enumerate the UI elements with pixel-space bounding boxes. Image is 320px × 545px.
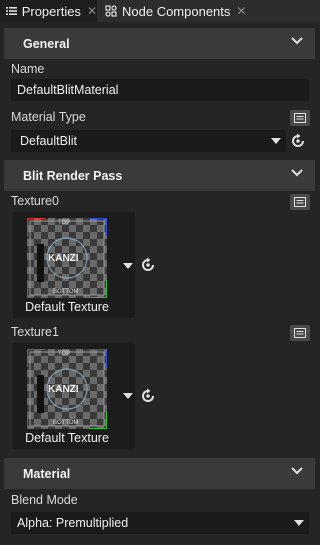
chevron-down-icon — [271, 138, 281, 144]
reset-icon[interactable] — [140, 257, 156, 273]
section-blit-header[interactable]: Blit Render Pass — [4, 160, 315, 191]
tab-node-components[interactable]: Node Components ✕ — [99, 0, 249, 22]
texture-preview: TOP BOTTOM KANZI — [27, 218, 107, 298]
material-type-label: Material Type — [11, 110, 86, 124]
list-icon — [294, 113, 306, 123]
browse-button[interactable] — [290, 325, 310, 341]
name-label: Name — [11, 62, 45, 76]
preview-top: TOP — [58, 220, 71, 226]
preview-top: TOP — [58, 351, 71, 357]
section-title: General — [23, 36, 70, 51]
section-title: Material — [23, 466, 71, 481]
blend-mode-label: Blend Mode — [11, 493, 78, 507]
texture0-tile[interactable]: TOP BOTTOM KANZI Default Texture — [13, 212, 135, 318]
texture1-caption: Default Texture — [25, 431, 109, 445]
texture1-label: Texture1 — [11, 325, 59, 339]
chevron-down-icon — [294, 520, 304, 526]
texture0-label: Texture0 — [11, 194, 59, 208]
blend-mode-dropdown[interactable]: Alpha: Premultiplied — [11, 512, 309, 534]
tab-label: Node Components — [122, 3, 231, 19]
section-title: Blit Render Pass — [23, 168, 123, 183]
close-icon[interactable]: ✕ — [236, 4, 246, 18]
tab-label: Properties — [21, 3, 81, 19]
list-icon — [4, 0, 19, 22]
chevron-down-icon[interactable] — [123, 393, 133, 399]
reset-icon[interactable] — [140, 388, 156, 404]
texture1-tile[interactable]: TOP BOTTOM KANZI Default Texture — [13, 343, 135, 449]
browse-button[interactable] — [290, 110, 310, 126]
preview-logo: KANZI — [48, 384, 79, 395]
chevron-down-icon[interactable] — [123, 263, 133, 269]
material-type-value: DefaultBlit — [20, 134, 77, 148]
name-field[interactable]: DefaultBlitMaterial — [11, 79, 309, 101]
section-material-header[interactable]: Material — [4, 458, 315, 489]
chevron-down-icon[interactable] — [291, 467, 303, 475]
tab-bar: Properties ✕ Node Components ✕ — [0, 0, 320, 22]
material-type-dropdown[interactable]: DefaultBlit — [11, 130, 286, 152]
list-icon — [294, 328, 306, 338]
chevron-down-icon[interactable] — [291, 169, 303, 177]
preview-logo: KANZI — [48, 253, 79, 264]
tab-properties[interactable]: Properties ✕ — [0, 0, 97, 22]
preview-bottom: BOTTOM — [53, 420, 79, 426]
preview-bottom: BOTTOM — [53, 289, 79, 295]
texture0-caption: Default Texture — [25, 300, 109, 314]
browse-button[interactable] — [290, 194, 310, 210]
blend-mode-value: Alpha: Premultiplied — [17, 516, 129, 530]
components-icon — [103, 0, 119, 22]
list-icon — [294, 197, 306, 207]
close-icon[interactable]: ✕ — [87, 4, 97, 18]
chevron-down-icon[interactable] — [291, 37, 303, 45]
section-general-header[interactable]: General — [4, 28, 315, 59]
reset-icon[interactable] — [290, 133, 306, 149]
name-value: DefaultBlitMaterial — [17, 83, 119, 97]
texture-preview: TOP BOTTOM KANZI — [27, 349, 107, 429]
